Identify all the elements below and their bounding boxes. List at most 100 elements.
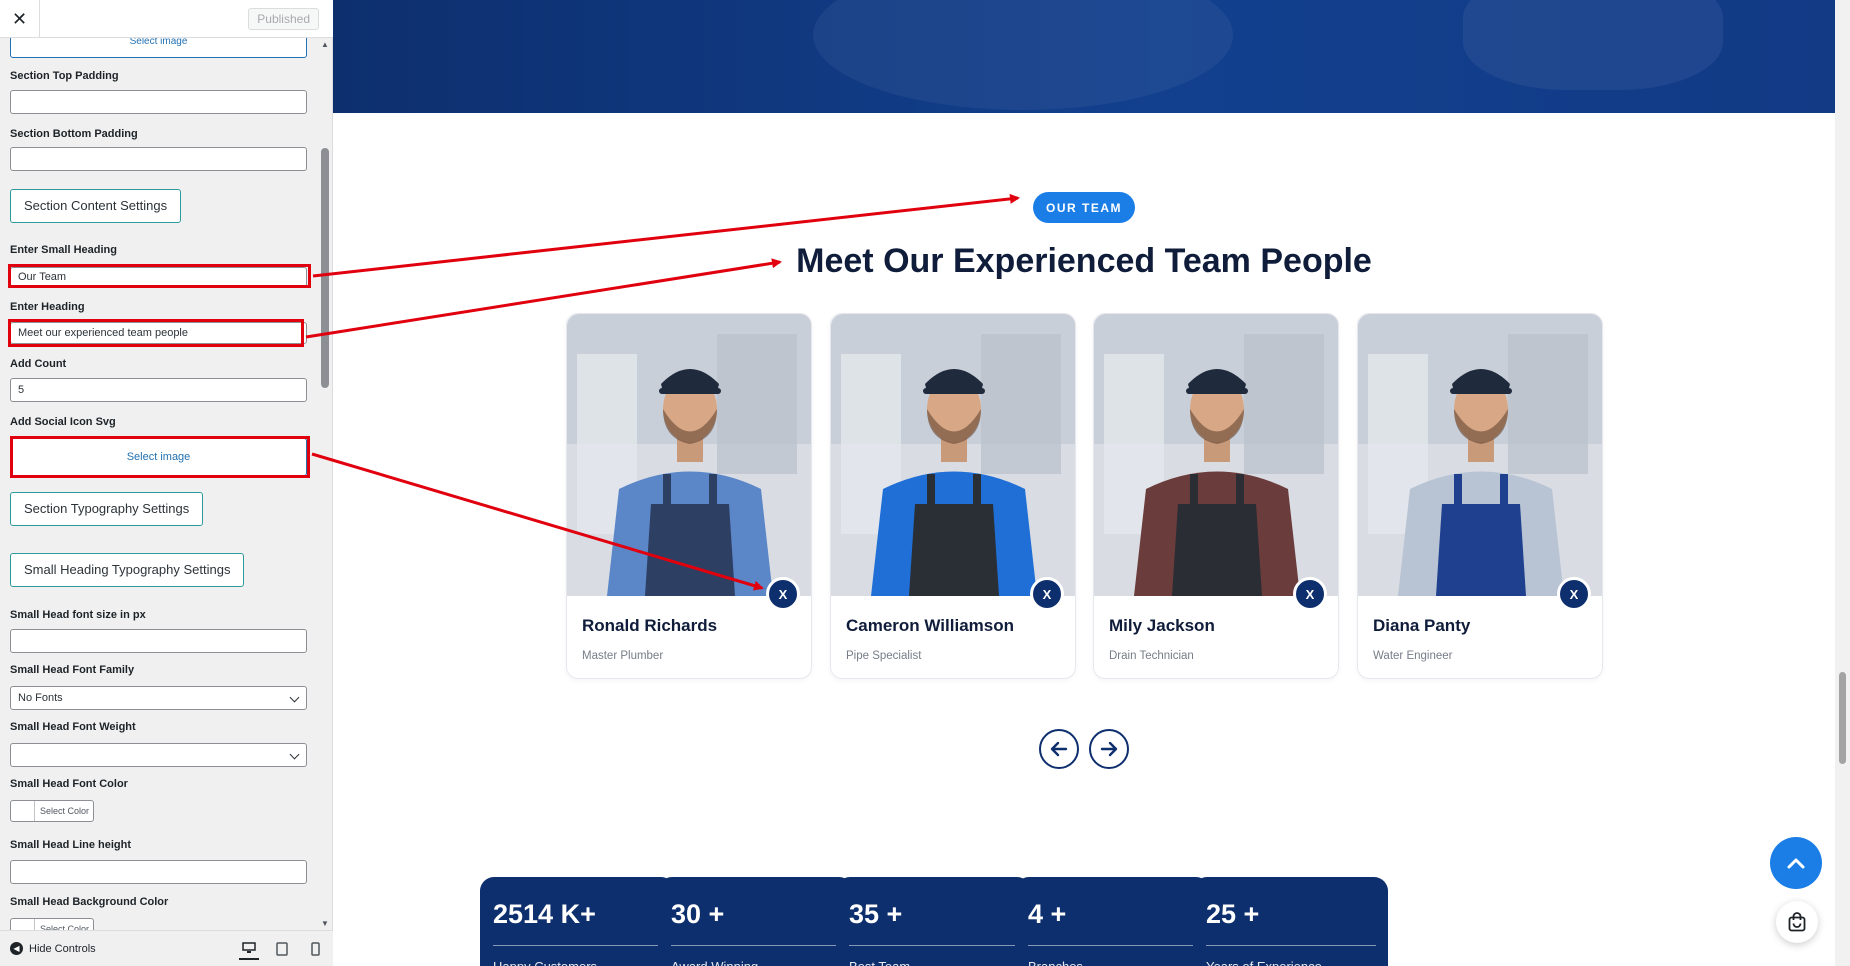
scrollbar-thumb[interactable]: [321, 148, 329, 388]
stat-value: 30 +: [671, 899, 725, 929]
small-heading-input[interactable]: Our Team: [10, 267, 307, 287]
back-to-top-button[interactable]: [1770, 837, 1822, 889]
top-padding-label: Section Top Padding: [10, 70, 119, 82]
select-image-button[interactable]: Select image: [10, 38, 307, 58]
x-social-icon[interactable]: X: [1293, 577, 1327, 611]
team-member-photo: [567, 314, 811, 596]
team-member-photo: [831, 314, 1075, 596]
hero-decoration: [813, 0, 1233, 110]
small-heading-label: Enter Small Heading: [10, 244, 117, 256]
stat-card: 25 + Years of Experience: [1193, 877, 1388, 966]
line-height-label: Small Head Line height: [10, 839, 132, 851]
tablet-preview-icon[interactable]: [272, 938, 292, 960]
carousel-prev-button[interactable]: [1039, 729, 1079, 769]
team-member-name: Ronald Richards: [582, 616, 718, 635]
team-card[interactable]: X Mily Jackson Drain Technician: [1093, 313, 1339, 679]
sidebar-controls[interactable]: Select image Section Top Padding Section…: [0, 38, 333, 930]
cart-button[interactable]: [1776, 901, 1818, 943]
hide-controls-button[interactable]: ◀ Hide Controls: [10, 942, 96, 955]
stat-value: 35 +: [849, 899, 903, 929]
team-member-name: Diana Panty: [1373, 616, 1471, 635]
team-card[interactable]: X Diana Panty Water Engineer: [1357, 313, 1603, 679]
section-content-settings-button[interactable]: Section Content Settings: [10, 189, 182, 223]
section-typography-settings-button[interactable]: Section Typography Settings: [10, 492, 204, 526]
small-heading-badge: OUR TEAM: [1033, 192, 1135, 223]
team-member-role: Water Engineer: [1373, 650, 1453, 662]
team-card[interactable]: X Ronald Richards Master Plumber: [566, 313, 812, 679]
team-member-role: Master Plumber: [582, 650, 664, 662]
arrow-left-icon: [1050, 741, 1068, 757]
font-weight-select[interactable]: [10, 743, 307, 767]
published-button[interactable]: Published: [248, 8, 319, 30]
sidebar-footer: ◀ Hide Controls: [0, 930, 333, 966]
social-icon-label: Add Social Icon Svg: [10, 416, 116, 428]
bottom-padding-label: Section Bottom Padding: [10, 128, 138, 140]
hide-controls-label: Hide Controls: [29, 942, 96, 955]
team-member-name: Mily Jackson: [1109, 616, 1215, 635]
font-size-input[interactable]: [10, 629, 307, 653]
bottom-padding-input[interactable]: [10, 147, 307, 171]
carousel-next-button[interactable]: [1089, 729, 1129, 769]
stat-label: Branches: [1028, 959, 1083, 966]
customizer-sidebar: ✕ Published Select image Section Top Pad…: [0, 0, 333, 966]
stat-divider: [493, 945, 663, 946]
small-heading-typography-button[interactable]: Small Heading Typography Settings: [10, 553, 245, 587]
team-member-photo: [1358, 314, 1602, 596]
hero-banner: [333, 0, 1835, 113]
stat-card: 4 + Branches: [1015, 877, 1210, 966]
line-height-input[interactable]: [10, 860, 307, 884]
shopping-bag-icon: [1788, 912, 1806, 932]
count-input[interactable]: 5: [10, 378, 307, 402]
stat-card: 2514 K+ Happy Customers: [480, 877, 675, 966]
social-icon-select-image-button[interactable]: Select image: [10, 438, 307, 476]
sidebar-header: ✕ Published: [0, 0, 333, 38]
stat-divider: [1206, 945, 1376, 946]
stat-label: Award Winning: [671, 959, 758, 966]
count-label: Add Count: [10, 358, 67, 370]
preview-scrollbar[interactable]: [1835, 0, 1850, 966]
close-icon[interactable]: ✕: [0, 0, 40, 38]
stat-label: Happy Customers: [493, 959, 597, 966]
font-color-picker[interactable]: Select Color: [10, 800, 94, 822]
heading-input[interactable]: Meet our experienced team people: [10, 322, 307, 344]
font-weight-label: Small Head Font Weight: [10, 721, 136, 733]
scroll-down-icon[interactable]: ▼: [320, 919, 330, 928]
stat-card: 35 + Best Team: [836, 877, 1031, 966]
stat-value: 2514 K+: [493, 899, 596, 929]
font-family-select[interactable]: No Fonts: [10, 686, 307, 710]
site-preview: OUR TEAM Meet Our Experienced Team Peopl…: [333, 0, 1850, 966]
desktop-preview-icon[interactable]: [239, 938, 259, 960]
arrow-right-icon: [1100, 741, 1118, 757]
font-size-label: Small Head font size in px: [10, 609, 146, 621]
stat-card: 30 + Award Winning: [658, 877, 853, 966]
team-member-role: Pipe Specialist: [846, 650, 922, 662]
stat-divider: [1028, 945, 1198, 946]
scrollbar-thumb[interactable]: [1839, 672, 1846, 764]
bg-color-label: Small Head Background Color: [10, 896, 169, 908]
stat-divider: [849, 945, 1019, 946]
x-social-icon[interactable]: X: [1030, 577, 1064, 611]
hero-decoration: [1463, 0, 1723, 90]
font-family-label: Small Head Font Family: [10, 664, 135, 676]
stat-value: 4 +: [1028, 899, 1067, 929]
stat-value: 25 +: [1206, 899, 1260, 929]
bg-color-picker[interactable]: Select Color: [10, 918, 94, 930]
stat-divider: [671, 945, 841, 946]
team-card[interactable]: X Cameron Williamson Pipe Specialist: [830, 313, 1076, 679]
color-swatch: [11, 919, 35, 930]
mobile-preview-icon[interactable]: [305, 938, 325, 960]
sidebar-scrollbar[interactable]: ▲ ▼: [320, 38, 330, 930]
stat-label: Best Team: [849, 959, 910, 966]
stat-label: Years of Experience: [1206, 959, 1322, 966]
font-color-label: Small Head Font Color: [10, 778, 128, 790]
collapse-icon: ◀: [10, 942, 23, 955]
x-social-icon[interactable]: X: [1557, 577, 1591, 611]
scroll-up-icon[interactable]: ▲: [320, 40, 330, 49]
top-padding-input[interactable]: [10, 90, 307, 114]
team-member-photo: [1094, 314, 1338, 596]
x-social-icon[interactable]: X: [766, 577, 800, 611]
select-color-label: Select Color: [40, 806, 90, 816]
chevron-up-icon: [1787, 858, 1805, 869]
team-member-role: Drain Technician: [1109, 650, 1194, 662]
team-member-name: Cameron Williamson: [846, 616, 1014, 635]
